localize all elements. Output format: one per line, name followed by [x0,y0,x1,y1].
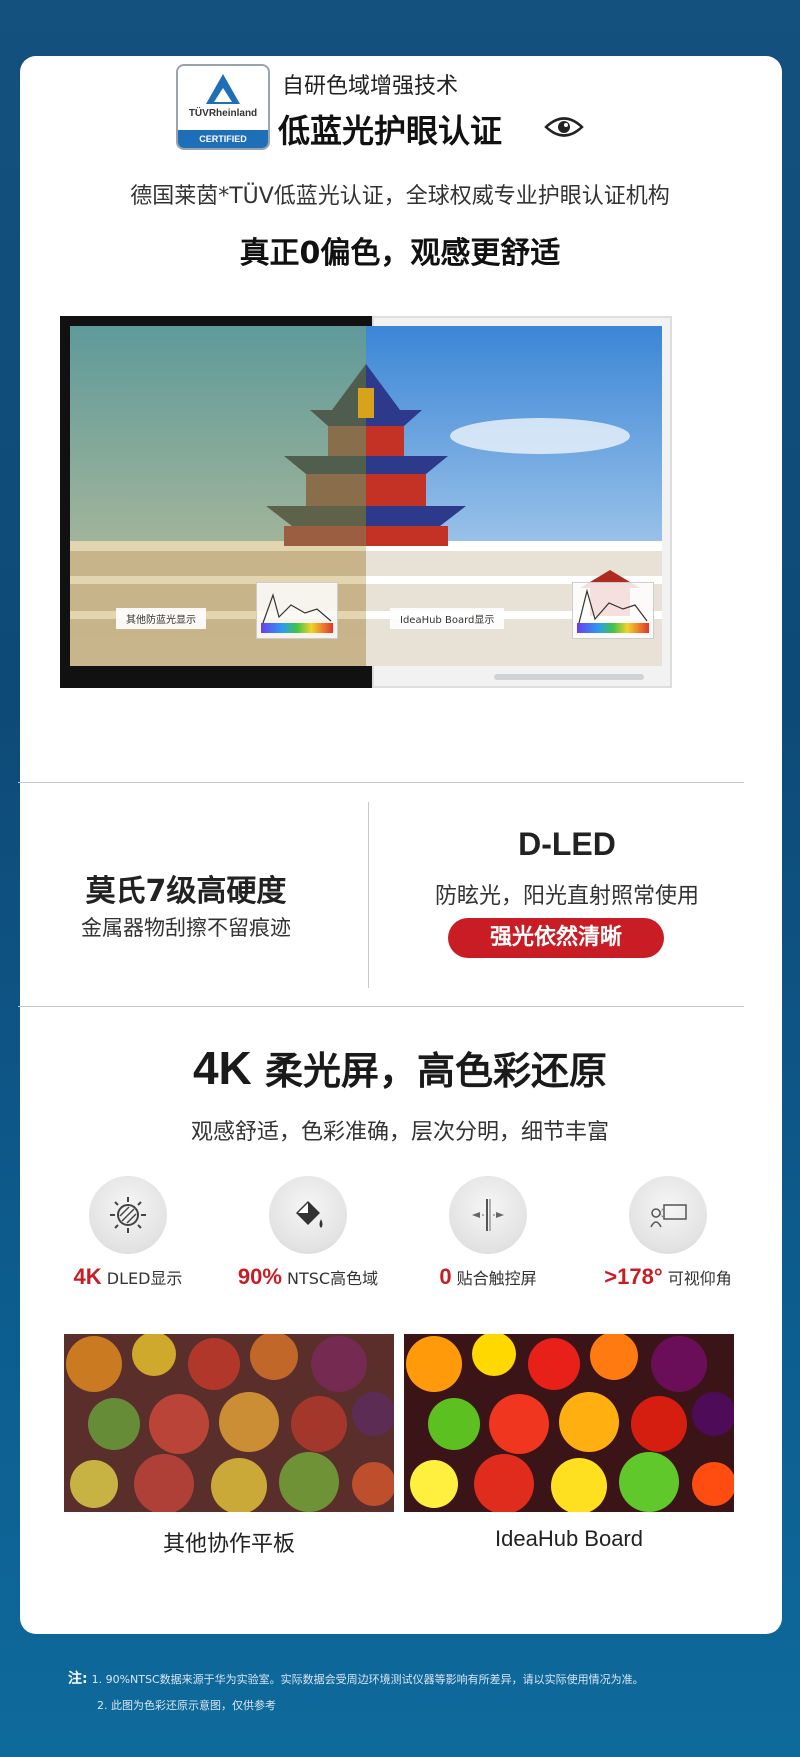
feature-ntsc: 90% NTSC高色域 [218,1176,398,1290]
paint-bucket-icon [296,1201,323,1228]
display-title-4k: 4K [192,1042,252,1094]
feature-viewing-angle-label: 可视仰角 [667,1269,732,1288]
tech-subtitle: 自研色域增强技术 [282,74,459,99]
feature-touch-value: 0 [439,1264,452,1289]
footnote-1: 注: 1. 90%NTSC数据来源于华为实验室。实际数据会受周边环境测试仪器等影响… [68,1668,644,1688]
hardness-title: 莫氏7级高硬度 [85,874,287,909]
touch-layer-icon [472,1199,504,1231]
headline: 真正0偏色，观感更舒适 [239,236,561,271]
strong-light-badge: 强光依然清晰 [448,918,664,958]
spectrum-chart-left [256,582,338,639]
certification-description: 德国莱茵*TÜV低蓝光认证，全球权威专业护眼认证机构 [130,184,670,209]
footnote-2: 2. 此图为色彩还原示意图，仅供参考 [97,1699,276,1712]
color-comparison-image: 其他防蓝光显示 IdeaHub Board显示 [60,316,672,688]
divider-middle [18,1006,744,1007]
feature-ntsc-value: 90% [237,1264,282,1289]
dled-subtitle: 防眩光，阳光直射照常使用 [434,884,699,909]
tuv-logo: TÜVRheinland CERTIFIED [176,64,270,150]
viewing-angle-icon [650,1204,687,1228]
feature-viewing-angle-value: >178° [604,1264,663,1289]
eye-icon [544,117,584,137]
logo-certified: CERTIFIED [178,130,268,148]
divider-top [18,782,744,783]
sun-icon [110,1197,146,1233]
logo-brand: TÜVRheinland [188,108,258,119]
divider-vertical [368,802,369,988]
display-subtitle: 观感舒适，色彩准确，层次分明，细节丰富 [190,1120,609,1145]
left-screen-label: 其他防蓝光显示 [116,608,206,629]
feature-dled: 4K DLED显示 [38,1176,218,1290]
feature-touch-label: 贴合触控屏 [456,1269,537,1288]
fruit-caption-other: 其他协作平板 [162,1532,295,1557]
page-title: 低蓝光护眼认证 [278,112,503,150]
feature-viewing-angle: >178° 可视仰角 [578,1176,758,1290]
footnote-1-text: 1. 90%NTSC数据来源于华为实验室。实际数据会受周边环境测试仪器等影响有所… [91,1673,644,1686]
feature-ntsc-label: NTSC高色域 [287,1269,379,1288]
fruit-image-ideahub [404,1334,734,1512]
hardness-subtitle: 金属器物刮擦不留痕迹 [81,916,291,940]
feature-touch: 0 贴合触控屏 [398,1176,578,1290]
display-title-rest: 柔光屏，高色彩还原 [251,1049,608,1093]
display-title: 4K 柔光屏，高色彩还原 [0,1040,800,1095]
fruit-caption-ideahub: IdeaHub Board [495,1526,643,1551]
dled-title: D-LED [518,826,616,862]
footnote-prefix: 注: [68,1671,88,1687]
right-screen-label: IdeaHub Board显示 [390,608,505,629]
fruit-image-other [64,1334,394,1512]
spectrum-chart-right [572,582,654,639]
feature-dled-value: 4K [73,1264,102,1289]
feature-dled-label: DLED显示 [106,1269,183,1288]
